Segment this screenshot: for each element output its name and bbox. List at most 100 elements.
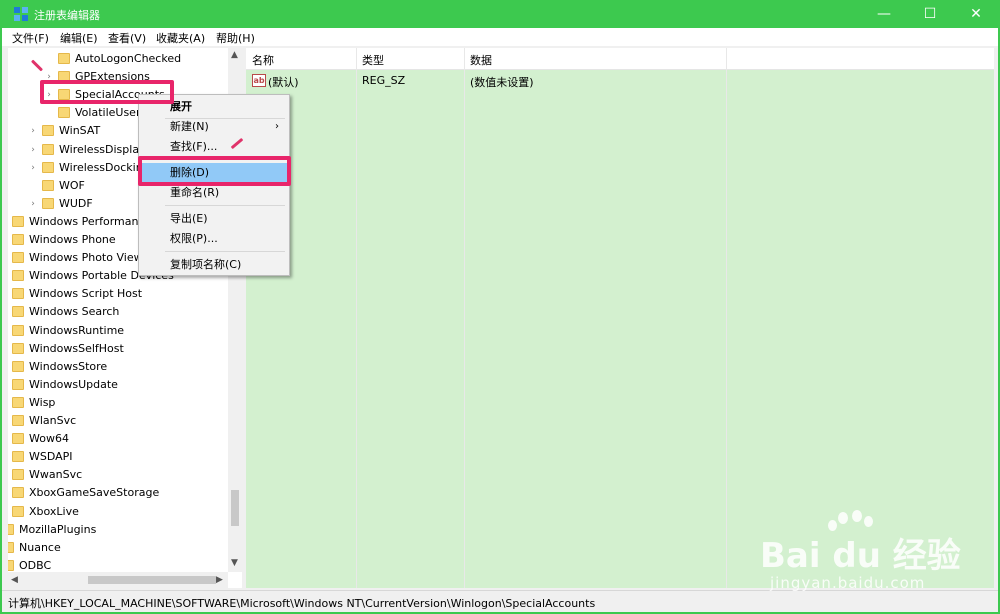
tree-item[interactable]: AutoLogonChecked xyxy=(8,50,228,68)
scroll-right-icon[interactable]: ▶ xyxy=(216,575,223,585)
chevron-right-icon[interactable]: › xyxy=(28,141,38,159)
menu-item-rename[interactable]: 重命名(R) xyxy=(141,183,287,203)
tree-item[interactable]: WindowsStore xyxy=(8,358,228,376)
folder-icon xyxy=(12,342,24,354)
value-name: (默认) xyxy=(268,76,299,89)
minimize-button[interactable]: — xyxy=(861,0,907,28)
folder-icon xyxy=(58,53,70,64)
folder-icon xyxy=(12,433,24,445)
tree-item[interactable]: WSDAPI xyxy=(8,448,228,466)
tree-item[interactable]: WlanSvc xyxy=(8,412,228,430)
folder-icon xyxy=(12,415,24,426)
folder-icon xyxy=(42,161,54,173)
column-divider xyxy=(356,48,357,588)
tree-item-label: WindowsUpdate xyxy=(29,377,118,391)
column-type[interactable]: 类型 xyxy=(362,52,384,68)
tree-item-label: Windows Script Host xyxy=(29,287,143,301)
tree-vertical-scroll-thumb[interactable] xyxy=(231,490,239,526)
menu-item-label: 新建(N) xyxy=(170,120,209,133)
menu-item-label: 复制项名称(C) xyxy=(170,258,242,271)
menu-item-find[interactable]: 查找(F)... xyxy=(141,137,287,157)
tree-horizontal-scrollbar[interactable]: ◀ ▶ xyxy=(8,572,228,588)
tree-item-label: WirelessDisplay xyxy=(59,142,146,156)
tree-item-label: Wow64 xyxy=(29,432,69,446)
column-divider xyxy=(464,48,465,588)
menu-favorites[interactable]: 收藏夹(A) xyxy=(156,30,205,46)
tree-item-label: WindowsRuntime xyxy=(29,323,125,337)
registry-editor-window: 注册表编辑器 — ☐ ✕ 文件(F) 编辑(E) 查看(V) 收藏夹(A) 帮助… xyxy=(0,0,1000,614)
column-name[interactable]: 名称 xyxy=(252,52,274,68)
scroll-down-icon[interactable]: ▼ xyxy=(231,558,238,568)
close-button[interactable]: ✕ xyxy=(953,0,999,28)
string-value-icon: ab xyxy=(252,74,266,87)
baidu-brand: Bai du 经验 xyxy=(760,536,961,576)
baidu-paw-icon xyxy=(864,516,873,527)
menu-item-copy-key-name[interactable]: 复制项名称(C) xyxy=(141,255,287,275)
menu-item-permissions[interactable]: 权限(P)... xyxy=(141,229,287,249)
highlight-box-delete xyxy=(138,156,291,186)
tree-item-label: Wisp xyxy=(29,395,56,409)
tree-item[interactable]: Windows Search xyxy=(8,303,228,321)
menu-view[interactable]: 查看(V) xyxy=(108,30,146,46)
maximize-button[interactable]: ☐ xyxy=(907,0,953,28)
key-path: 计算机\HKEY_LOCAL_MACHINE\SOFTWARE\Microsof… xyxy=(8,597,596,610)
column-divider xyxy=(726,48,727,588)
tree-item[interactable]: Wisp xyxy=(8,394,228,412)
menu-item-label: 查找(F)... xyxy=(170,140,218,153)
window-title: 注册表编辑器 xyxy=(34,9,100,22)
tree-item[interactable]: Windows Script Host xyxy=(8,285,228,303)
status-bar: 计算机\HKEY_LOCAL_MACHINE\SOFTWARE\Microsof… xyxy=(2,590,998,612)
values-list[interactable]: 名称 类型 数据 ab (默认) REG_SZ (数值未设置) xyxy=(246,48,994,588)
regedit-icon xyxy=(14,7,28,21)
tree-horizontal-scroll-thumb[interactable] xyxy=(88,576,216,584)
tree-item-label: AutoLogonChecked xyxy=(75,52,182,65)
tree-item[interactable]: MozillaPlugins xyxy=(8,521,228,539)
tree-item[interactable]: WindowsRuntime xyxy=(8,322,228,340)
tree-item-label: Nuance xyxy=(19,540,61,554)
table-row[interactable]: ab (默认) REG_SZ (数值未设置) xyxy=(246,72,994,90)
folder-icon xyxy=(42,197,54,209)
folder-icon xyxy=(42,179,54,191)
folder-icon xyxy=(12,252,24,264)
menu-item-label: 权限(P)... xyxy=(170,232,218,245)
tree-item[interactable]: Nuance xyxy=(8,539,228,557)
tree-item[interactable]: Wow64 xyxy=(8,430,228,448)
menu-bar: 文件(F) 编辑(E) 查看(V) 收藏夹(A) 帮助(H) xyxy=(2,28,998,46)
tree-item[interactable]: WwanSvc xyxy=(8,466,228,484)
scroll-up-icon[interactable]: ▲ xyxy=(231,50,238,60)
highlight-box-specialaccounts xyxy=(40,80,174,104)
chevron-right-icon[interactable]: › xyxy=(28,195,38,213)
title-bar[interactable]: 注册表编辑器 — ☐ ✕ xyxy=(0,0,1000,28)
folder-icon xyxy=(12,360,24,372)
folder-icon xyxy=(12,469,24,481)
folder-icon xyxy=(12,215,24,227)
menu-separator xyxy=(165,251,285,252)
tree-item[interactable]: XboxLive xyxy=(8,503,228,521)
folder-icon xyxy=(12,487,24,499)
folder-icon xyxy=(42,143,54,155)
folder-icon xyxy=(12,234,24,245)
scroll-left-icon[interactable]: ◀ xyxy=(11,575,18,585)
menu-item-new[interactable]: 新建(N) › xyxy=(141,117,287,137)
menu-edit[interactable]: 编辑(E) xyxy=(60,30,98,46)
column-data[interactable]: 数据 xyxy=(470,52,492,68)
list-header: 名称 类型 数据 xyxy=(246,48,994,70)
menu-item-label: 导出(E) xyxy=(170,212,208,225)
minimize-icon: — xyxy=(877,6,891,22)
baidu-url: jingyan.baidu.com xyxy=(770,574,926,592)
tree-item[interactable]: XboxGameSaveStorage xyxy=(8,484,228,502)
chevron-right-icon[interactable]: › xyxy=(28,122,38,140)
folder-icon xyxy=(8,559,14,571)
menu-help[interactable]: 帮助(H) xyxy=(216,30,255,46)
tree-item-label: WindowsStore xyxy=(29,359,108,373)
tree-item-label: Windows Search xyxy=(29,305,120,319)
chevron-right-icon[interactable]: › xyxy=(28,159,38,177)
folder-icon xyxy=(58,107,70,119)
folder-icon xyxy=(12,324,24,336)
menu-separator xyxy=(165,205,285,206)
folder-icon xyxy=(12,306,24,318)
tree-item[interactable]: WindowsSelfHost xyxy=(8,340,228,358)
menu-file[interactable]: 文件(F) xyxy=(12,30,49,46)
menu-item-export[interactable]: 导出(E) xyxy=(141,209,287,229)
tree-item[interactable]: WindowsUpdate xyxy=(8,376,228,394)
